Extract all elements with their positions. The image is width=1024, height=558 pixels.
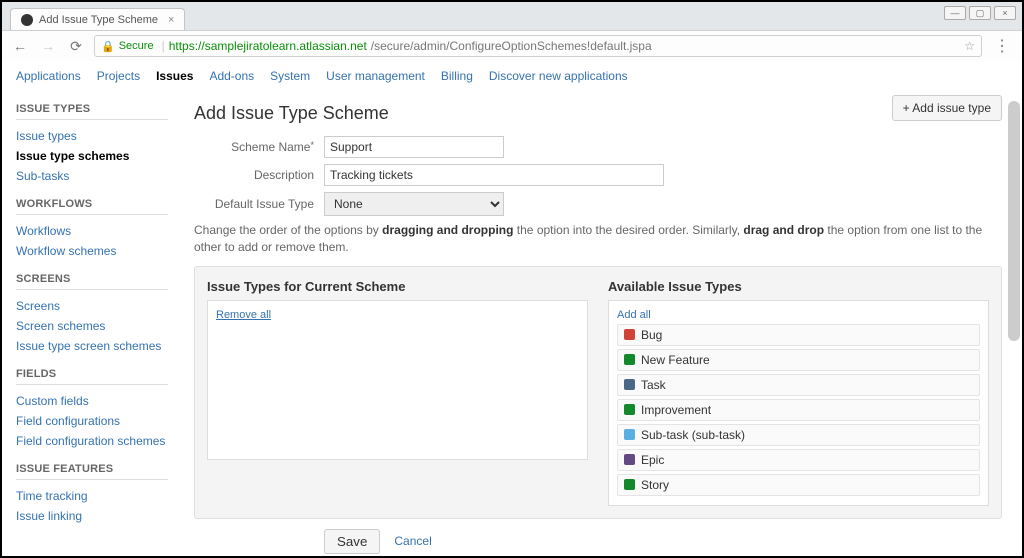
issue-type-icon [624, 379, 635, 390]
issue-type-icon [624, 454, 635, 465]
current-scheme-heading: Issue Types for Current Scheme [207, 279, 588, 294]
topnav-item[interactable]: Projects [97, 69, 140, 83]
forward-button[interactable]: → [38, 38, 58, 54]
page-title: Add Issue Type Scheme [194, 103, 1002, 124]
sidebar-link[interactable]: Issue type screen schemes [16, 336, 168, 356]
window-close-button[interactable]: × [994, 6, 1016, 20]
browser-menu-icon[interactable]: ⋮ [990, 36, 1014, 56]
scheme-name-label: Scheme Name* [194, 140, 324, 154]
sidebar-link[interactable]: Custom fields [16, 391, 168, 411]
default-type-select[interactable]: None [324, 192, 504, 216]
issue-type-icon [624, 479, 635, 490]
sidebar-link[interactable]: Issue types [16, 126, 168, 146]
remove-all-link[interactable]: Remove all [216, 309, 271, 321]
window-maximize-button[interactable]: ▢ [969, 6, 991, 20]
sidebar-link[interactable]: Field configurations [16, 411, 168, 431]
issue-type-label: New Feature [641, 353, 710, 367]
issue-type-icon [624, 404, 635, 415]
sidebar-link[interactable]: Workflow schemes [16, 241, 168, 261]
issue-type-item[interactable]: New Feature [617, 349, 980, 371]
issue-type-label: Task [641, 378, 666, 392]
favicon-icon [21, 14, 33, 26]
add-all-link[interactable]: Add all [617, 309, 651, 321]
issue-type-label: Story [641, 478, 669, 492]
back-button[interactable]: ← [10, 38, 30, 54]
tab-title: Add Issue Type Scheme [39, 14, 158, 26]
topnav-item[interactable]: Add-ons [209, 69, 254, 83]
help-text: Change the order of the options by dragg… [194, 222, 1002, 256]
url-host: https://samplejiratolearn.atlassian.net [169, 39, 367, 53]
sidebar-link[interactable]: Workflows [16, 221, 168, 241]
available-types-heading: Available Issue Types [608, 279, 989, 294]
issue-type-label: Sub-task (sub-task) [641, 428, 745, 442]
sidebar-link[interactable]: Screen schemes [16, 316, 168, 336]
close-tab-icon[interactable]: × [168, 14, 174, 26]
bookmark-star-icon[interactable]: ☆ [964, 39, 975, 53]
sidebar-section-title: WORKFLOWS [16, 198, 168, 210]
sidebar-link[interactable]: Issue linking [16, 506, 168, 526]
sidebar-link[interactable]: Issue type schemes [16, 146, 168, 166]
issue-type-item[interactable]: Epic [617, 449, 980, 471]
issue-type-label: Epic [641, 453, 664, 467]
top-nav: Applications Projects Issues Add-ons System U… [2, 61, 1022, 91]
sidebar-link[interactable]: Screens [16, 296, 168, 316]
save-button[interactable]: Save [324, 529, 380, 554]
issue-type-item[interactable]: Improvement [617, 399, 980, 421]
topnav-item[interactable]: Billing [441, 69, 473, 83]
default-type-label: Default Issue Type [194, 197, 324, 211]
issue-type-label: Bug [641, 328, 662, 342]
current-scheme-box[interactable]: Remove all [207, 300, 588, 460]
main-content: + Add issue type Add Issue Type Scheme S… [182, 91, 1022, 556]
issue-type-item[interactable]: Task [617, 374, 980, 396]
sidebar-link[interactable]: Sub-tasks [16, 166, 168, 186]
topnav-item[interactable]: Applications [16, 69, 81, 83]
sidebar-section-title: FIELDS [16, 368, 168, 380]
issue-type-icon [624, 354, 635, 365]
issue-type-item[interactable]: Sub-task (sub-task) [617, 424, 980, 446]
topnav-item[interactable]: Discover new applications [489, 69, 628, 83]
scheme-name-input[interactable] [324, 136, 504, 158]
window-minimize-button[interactable]: — [944, 6, 966, 20]
description-input[interactable] [324, 164, 664, 186]
issue-type-icon [624, 329, 635, 340]
sidebar: ISSUE TYPES Issue typesIssue type schemes… [2, 91, 182, 556]
scrollbar[interactable] [1008, 101, 1020, 341]
sidebar-section-title: ISSUE TYPES [16, 103, 168, 115]
sidebar-link[interactable]: Field configuration schemes [16, 431, 168, 451]
lock-icon: 🔒 [101, 40, 115, 53]
add-issue-type-button[interactable]: + Add issue type [892, 95, 1002, 121]
issue-type-item[interactable]: Story [617, 474, 980, 496]
available-types-box[interactable]: Add all Bug New Feature Task Improvement Sub… [608, 300, 989, 506]
issue-type-icon [624, 429, 635, 440]
sidebar-section-title: ISSUE FEATURES [16, 463, 168, 475]
sidebar-section-title: SCREENS [16, 273, 168, 285]
browser-tab[interactable]: Add Issue Type Scheme × [10, 8, 185, 30]
issue-type-item[interactable]: Bug [617, 324, 980, 346]
topnav-item[interactable]: System [270, 69, 310, 83]
description-label: Description [194, 168, 324, 182]
issue-type-label: Improvement [641, 403, 711, 417]
secure-label: Secure [119, 40, 154, 52]
sidebar-link[interactable]: Time tracking [16, 486, 168, 506]
topnav-item[interactable]: Issues [156, 69, 193, 83]
address-bar[interactable]: 🔒 Secure | https://samplejiratolearn.atl… [94, 35, 982, 57]
reload-button[interactable]: ⟳ [66, 38, 86, 55]
url-path: /secure/admin/ConfigureOptionSchemes!def… [371, 39, 652, 53]
topnav-item[interactable]: User management [326, 69, 425, 83]
